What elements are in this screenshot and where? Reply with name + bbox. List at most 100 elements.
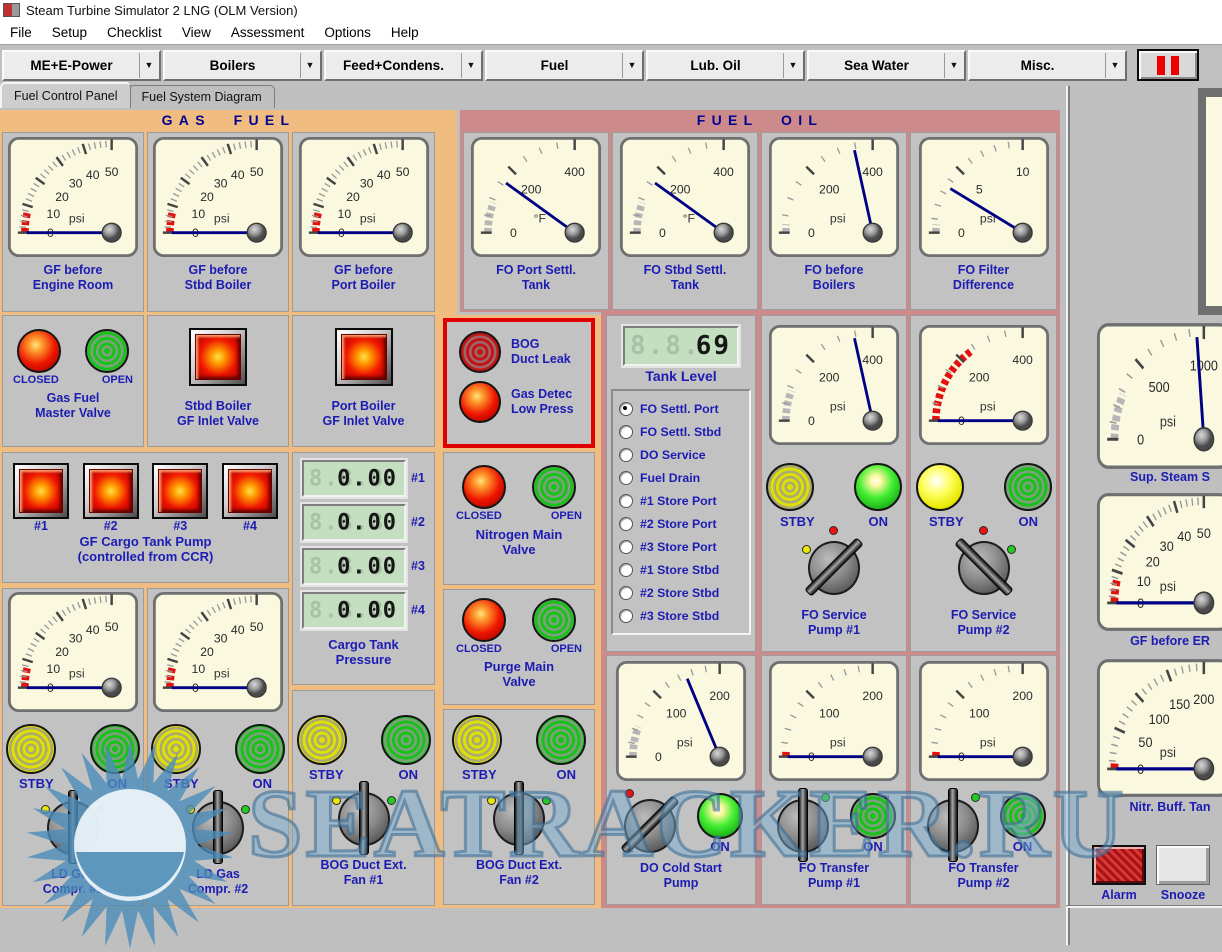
combo-boilers[interactable]: Boilers▼: [163, 50, 322, 81]
chevron-down-icon[interactable]: ▼: [1105, 53, 1124, 78]
tank-option[interactable]: FO Settl. Port: [619, 397, 743, 420]
alarm-button[interactable]: [1092, 845, 1146, 885]
svg-text:psi: psi: [830, 211, 846, 225]
menu-file[interactable]: File: [0, 23, 42, 42]
svg-text:20: 20: [1146, 554, 1160, 570]
radio-icon[interactable]: [619, 402, 633, 416]
nitr-buff-tank-gauge: 050100150200psi: [1096, 658, 1222, 803]
svg-text:50: 50: [105, 620, 119, 634]
purge-main-valve-cell: CLOSED OPEN Purge Main Valve: [443, 589, 595, 705]
tank-option[interactable]: FO Settl. Stbd: [619, 420, 743, 443]
bog-duct-ext-fan-1-cell: STBY ON BOG Duct Ext. Fan #1: [292, 690, 435, 906]
port-inlet-valve-button[interactable]: [335, 328, 393, 386]
combo-feed-condens[interactable]: Feed+Condens.▼: [324, 50, 483, 81]
radio-icon[interactable]: [619, 563, 633, 577]
fuel-oil-header: FUEL OIL: [460, 112, 1060, 128]
cargo-pump-4-button[interactable]: [222, 463, 278, 519]
bog-duct-ext-fan-2-cell: STBY ON BOG Duct Ext. Fan #2: [443, 709, 595, 905]
combo-sea-water[interactable]: Sea Water▼: [807, 50, 966, 81]
radio-icon[interactable]: [619, 540, 633, 554]
window-title: Steam Turbine Simulator 2 LNG (OLM Versi…: [26, 3, 298, 18]
stby-lamp: [297, 715, 347, 765]
radio-icon[interactable]: [619, 494, 633, 508]
menu-help[interactable]: Help: [381, 23, 429, 42]
combo-misc[interactable]: Misc.▼: [968, 50, 1127, 81]
radio-icon[interactable]: [619, 609, 633, 623]
radio-icon[interactable]: [619, 471, 633, 485]
tank-option[interactable]: #2 Store Stbd: [619, 581, 743, 604]
ld-gas-compr-2-switch[interactable]: [187, 795, 249, 859]
ld-gas-compr-1-switch[interactable]: [42, 795, 104, 859]
svg-text:10: 10: [192, 662, 206, 676]
fo-transfer-pump-2-switch[interactable]: [922, 793, 984, 857]
stbd-inlet-valve-button[interactable]: [189, 328, 247, 386]
fo-port-settl-tank-cell: 0200400°F FO Port Settl. Tank: [463, 132, 609, 310]
on-lamp: [235, 724, 285, 774]
stby-lamp: [916, 463, 964, 511]
port-boiler-gf-inlet-valve-cell: Port Boiler GF Inlet Valve: [292, 315, 435, 447]
tank-option[interactable]: #2 Store Port: [619, 512, 743, 535]
svg-text:10: 10: [337, 207, 351, 221]
menu-setup[interactable]: Setup: [42, 23, 97, 42]
snooze-label: Snooze: [1150, 888, 1216, 902]
cargo-pump-3-button[interactable]: [152, 463, 208, 519]
tank-option[interactable]: #1 Store Port: [619, 489, 743, 512]
combo-lub-oil[interactable]: Lub. Oil▼: [646, 50, 805, 81]
tab-fuel-control-panel[interactable]: Fuel Control Panel: [0, 82, 131, 108]
svg-text:psi: psi: [830, 735, 846, 749]
fo-before-boilers-cell: 0200400psi FO before Boilers: [761, 132, 907, 310]
nitr-buff-tank-label: Nitr. Buff. Tan: [1100, 800, 1222, 814]
fo-transfer-pump-1-switch[interactable]: [772, 793, 834, 857]
tank-level-cell: 8.8. 69 Tank Level FO Settl. Port FO Set…: [606, 315, 756, 652]
menu-checklist[interactable]: Checklist: [97, 23, 172, 42]
tank-option[interactable]: #3 Store Port: [619, 535, 743, 558]
tank-option[interactable]: Fuel Drain: [619, 466, 743, 489]
fo-service-pump-2-cell: 0200400psi STBY ON FO Service Pump #2: [910, 315, 1057, 652]
snooze-button[interactable]: [1156, 845, 1210, 885]
radio-icon[interactable]: [619, 448, 633, 462]
svg-text:200: 200: [1012, 689, 1033, 703]
menu-assessment[interactable]: Assessment: [221, 23, 315, 42]
gf-cargo-tank-pump-cell: #1 #2 #3 #4 GF Cargo Tank Pump (controll…: [2, 452, 289, 583]
cargo-pump-2-button[interactable]: [83, 463, 139, 519]
tab-fuel-system-diagram[interactable]: Fuel System Diagram: [129, 85, 275, 108]
pause-button[interactable]: [1137, 49, 1199, 81]
combo-fuel[interactable]: Fuel▼: [485, 50, 644, 81]
tank-level-label: Tank Level: [645, 369, 716, 384]
sup-steam-gauge: 05001000psi: [1096, 322, 1222, 475]
chevron-down-icon[interactable]: ▼: [300, 53, 319, 78]
gf-before-engine-room-cell: 01020304050psi GF before Engine Room: [2, 132, 144, 312]
svg-text:0: 0: [659, 226, 666, 240]
bog-duct-ext-fan-2-switch[interactable]: [488, 786, 550, 850]
chevron-down-icon[interactable]: ▼: [622, 53, 641, 78]
combo-me-e-power[interactable]: ME+E-Power▼: [2, 50, 161, 81]
on-lamp: [381, 715, 431, 765]
svg-text:40: 40: [86, 623, 100, 637]
stby-lamp: [151, 724, 201, 774]
chevron-down-icon[interactable]: ▼: [944, 53, 963, 78]
chevron-down-icon[interactable]: ▼: [783, 53, 802, 78]
menu-view[interactable]: View: [172, 23, 221, 42]
radio-icon[interactable]: [619, 517, 633, 531]
tank-option[interactable]: #3 Store Stbd: [619, 604, 743, 627]
svg-text:0: 0: [957, 226, 964, 240]
chevron-down-icon[interactable]: ▼: [461, 53, 480, 78]
svg-text:40: 40: [231, 623, 245, 637]
svg-text:400: 400: [862, 353, 883, 367]
on-lamp: [1000, 793, 1046, 839]
menu-options[interactable]: Options: [314, 23, 381, 42]
cargo-pump-1-button[interactable]: [13, 463, 69, 519]
chevron-down-icon[interactable]: ▼: [139, 53, 158, 78]
radio-icon[interactable]: [619, 425, 633, 439]
stby-lamp: [766, 463, 814, 511]
do-cold-start-pump-switch[interactable]: [619, 793, 681, 857]
svg-text:5: 5: [975, 183, 982, 197]
tank-option[interactable]: DO Service: [619, 443, 743, 466]
fo-service-pump-1-switch[interactable]: [803, 535, 865, 599]
fo-service-pump-2-switch[interactable]: [953, 535, 1015, 599]
svg-text:100: 100: [1149, 712, 1170, 728]
bog-duct-ext-fan-1-switch[interactable]: [333, 786, 395, 850]
tank-option[interactable]: #1 Store Stbd: [619, 558, 743, 581]
app-icon: [3, 3, 20, 17]
radio-icon[interactable]: [619, 586, 633, 600]
